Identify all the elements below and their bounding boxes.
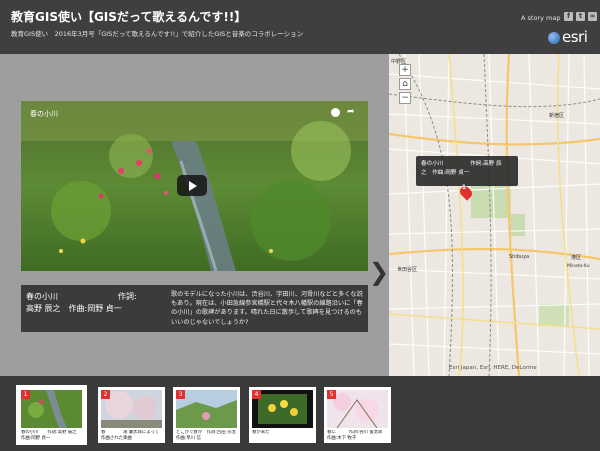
- thumbnail-image: [252, 390, 313, 428]
- twitter-icon[interactable]: t: [576, 12, 585, 21]
- map-marker-number: 1: [461, 184, 467, 191]
- home-button[interactable]: ⌂: [399, 78, 411, 90]
- popup-credits: 作詞:高野 辰: [470, 161, 502, 167]
- page-subtitle: 教育GIS使い 2016年3月号「GISだって歌えるんです!!」で紹介したGIS…: [11, 30, 304, 38]
- map-label-shinjuku-ku: 新宿区: [549, 113, 565, 119]
- zoom-in-button[interactable]: +: [399, 64, 411, 76]
- zoom-out-button[interactable]: −: [399, 92, 411, 104]
- popup-song: 春の小川: [421, 161, 444, 167]
- map-basemap: [389, 54, 600, 376]
- thumbnail-image: [101, 390, 162, 428]
- caption-panel: 春の小川 作詞: 高野 辰之 作曲:岡野 貞一 歌のモデルになった小川は、渋谷川…: [21, 285, 368, 332]
- header: 教育GIS使い【GISだって歌えるんです!!】 教育GIS使い 2016年3月号…: [0, 0, 600, 54]
- play-button[interactable]: [177, 175, 207, 196]
- map-panel[interactable]: 中野区 新宿区 港区 Shibuya 世田谷区 Minato-Ku + ⌂ − …: [389, 54, 600, 376]
- map-label-minato-en: Minato-Ku: [567, 264, 590, 269]
- facebook-icon[interactable]: f: [564, 12, 573, 21]
- thumbnail-caption: 春の小川 作詞:高野 辰之 作曲:岡野 貞一: [21, 430, 77, 441]
- thumbnail-strip: 1 春の小川 作詞:高野 辰之 作曲:岡野 貞一 2 春 滝 廉太郎によって作曲…: [0, 376, 600, 451]
- share-arrow-icon[interactable]: ➦: [347, 107, 355, 117]
- thumbnail-1[interactable]: 1 春の小川 作詞:高野 辰之 作曲:岡野 貞一: [16, 385, 87, 445]
- watch-later-icon[interactable]: [331, 108, 340, 117]
- video-title: 春の小川: [30, 110, 58, 118]
- thumbnail-number: 1: [21, 390, 30, 399]
- thumbnail-number: 5: [327, 390, 336, 399]
- thumbnail-caption: 春 滝 廉太郎によって作曲された楽曲: [101, 430, 160, 441]
- lyricist-label: 作詞:: [118, 292, 137, 301]
- thumbnail-number: 4: [252, 390, 261, 399]
- thumbnail-3[interactable]: 3 どこかで春が 作詞:百田 宗治 作曲:草川 信: [173, 387, 240, 443]
- thumbnail-caption: どこかで春が 作詞:百田 宗治 作曲:草川 信: [176, 430, 236, 441]
- song-description: 歌のモデルになった小川は、渋谷川、宇田川、河骨川などと多くな説もあり。現在は、小…: [171, 291, 363, 326]
- popup-credits-line2: 之 作曲:岡野 貞一: [421, 170, 470, 176]
- thumbnail-caption: 春が来た: [252, 430, 270, 435]
- story-map-label: A story map: [521, 14, 561, 22]
- thumbnail-image: [327, 390, 388, 428]
- globe-icon: [548, 32, 560, 44]
- thumbnail-2[interactable]: 2 春 滝 廉太郎によって作曲された楽曲: [98, 387, 165, 443]
- thumbnail-caption: 春に 作詞:谷川 俊太郎 作曲:木下 牧子: [327, 430, 383, 441]
- thumbnail-number: 2: [101, 390, 110, 399]
- thumbnail-image: [21, 390, 82, 428]
- video-player[interactable]: 春の小川 ➦: [21, 101, 368, 271]
- next-chevron-icon[interactable]: ❯: [369, 258, 389, 286]
- thumbnail-image: [176, 390, 237, 428]
- map-label-minato-ku: 港区: [571, 255, 582, 261]
- esri-brand-text: esri: [562, 28, 588, 46]
- thumbnail-5[interactable]: 5 春に 作詞:谷川 俊太郎 作曲:木下 牧子: [324, 387, 391, 443]
- main-stage: 春の小川 ➦ 春の小川 作詞: 高野 辰之 作曲:岡野 貞一 歌のモデルになった…: [0, 54, 389, 376]
- map-label-shibuya: Shibuya: [509, 254, 530, 260]
- page-title: 教育GIS使い【GISだって歌えるんです!!】: [11, 10, 247, 24]
- story-map-app: 教育GIS使い【GISだって歌えるんです!!】 教育GIS使い 2016年3月号…: [0, 0, 600, 451]
- map-attribution: Esri Japan, Esri, HERE, DeLorme: [449, 365, 537, 371]
- thumbnail-4[interactable]: 4 春が来た: [249, 387, 316, 443]
- song-title: 春の小川: [26, 292, 58, 301]
- map-popup: 春の小川 作詞:高野 辰 之 作曲:岡野 貞一: [416, 156, 518, 186]
- credits-line: 高野 辰之 作曲:岡野 貞一: [26, 304, 122, 313]
- thumbnail-number: 3: [176, 390, 185, 399]
- map-label-setagaya: 世田谷区: [397, 267, 418, 273]
- link-icon[interactable]: ∞: [588, 12, 597, 21]
